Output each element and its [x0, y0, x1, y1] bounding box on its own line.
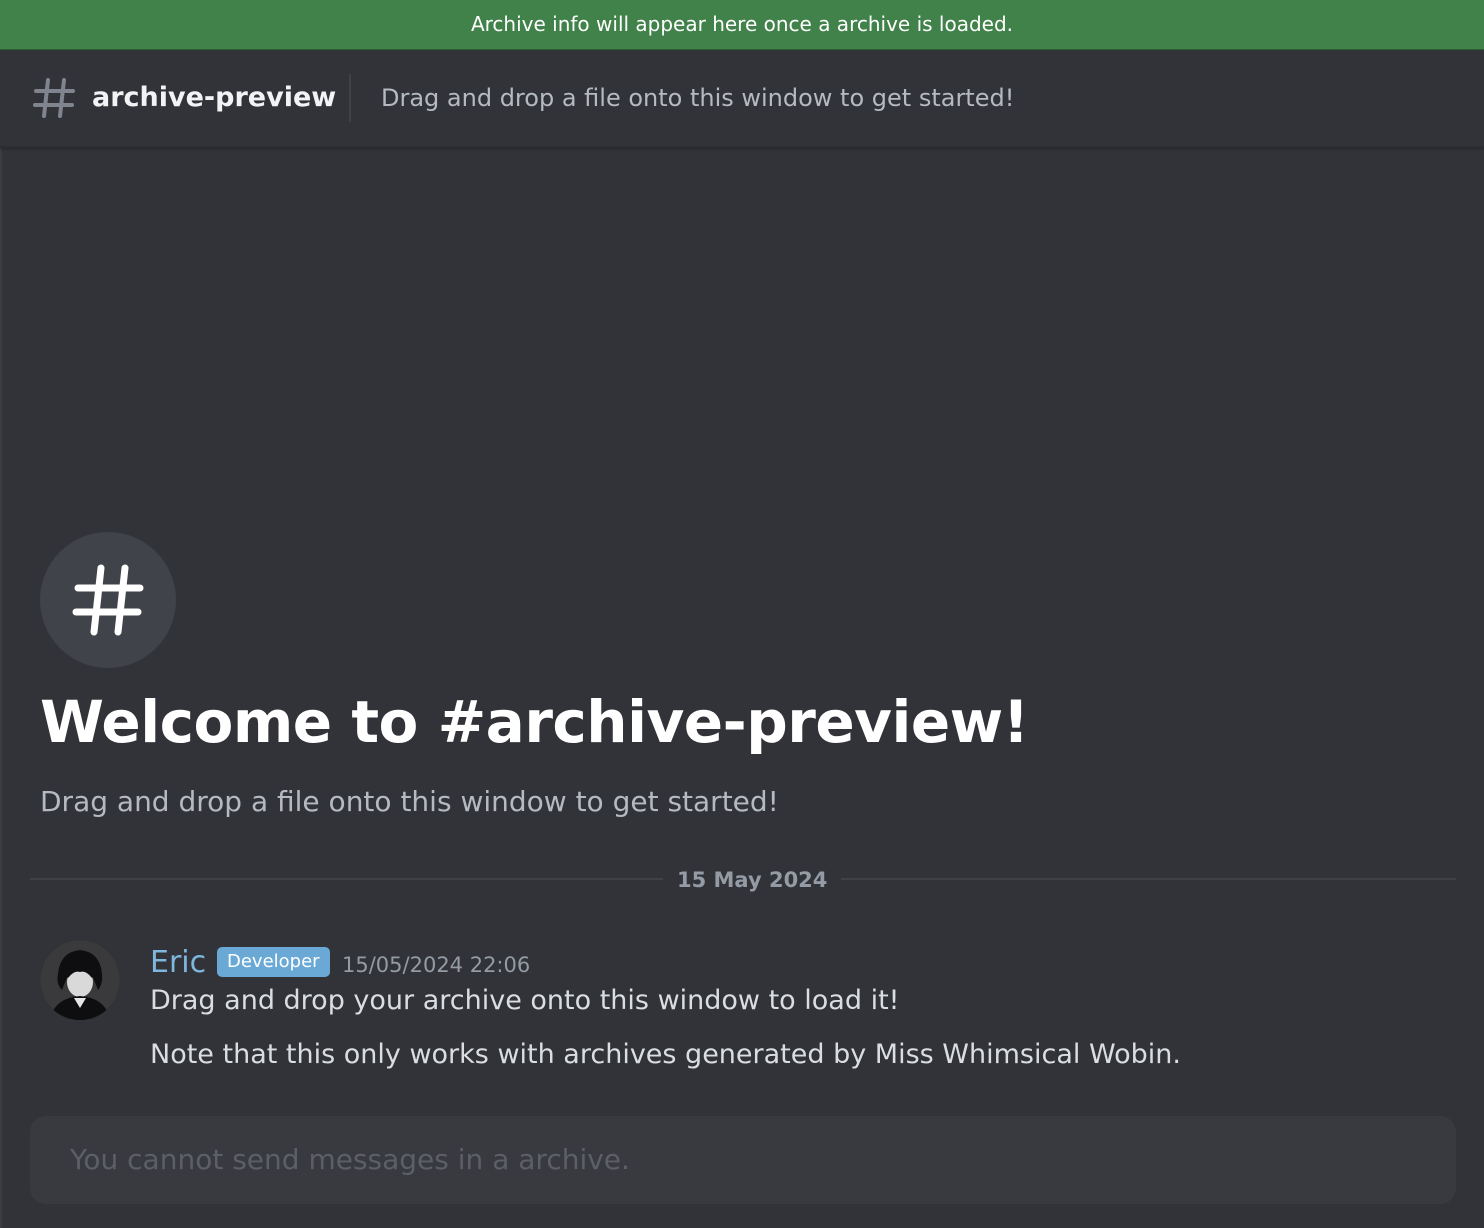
- welcome-channel-icon: [40, 532, 176, 668]
- header-divider: [349, 74, 351, 122]
- message-line: Note that this only works with archives …: [150, 1039, 1181, 1070]
- window-edge: [0, 50, 2, 1228]
- message-line: Drag and drop your archive onto this win…: [150, 985, 900, 1016]
- hash-icon: [72, 564, 144, 636]
- avatar[interactable]: [40, 940, 120, 1020]
- welcome-title: Welcome to #archive-preview!: [40, 688, 1029, 756]
- archive-info-banner: Archive info will appear here once a arc…: [0, 0, 1484, 50]
- message-composer[interactable]: You cannot send messages in a archive.: [30, 1116, 1456, 1204]
- message-timestamp: 15/05/2024 22:06: [342, 953, 531, 977]
- role-badge: Developer: [217, 947, 330, 977]
- message-author[interactable]: Eric: [150, 943, 206, 983]
- composer-placeholder: You cannot send messages in a archive.: [70, 1143, 630, 1176]
- hash-icon: [32, 76, 76, 120]
- channel-header: archive-preview Drag and drop a file ont…: [0, 50, 1484, 148]
- welcome-subtitle: Drag and drop a file onto this window to…: [40, 785, 779, 818]
- channel-name: archive-preview: [92, 82, 337, 113]
- channel-topic: Drag and drop a file onto this window to…: [381, 84, 1015, 112]
- date-divider-label: 15 May 2024: [663, 864, 842, 896]
- archive-info-text: Archive info will appear here once a arc…: [470, 12, 1014, 36]
